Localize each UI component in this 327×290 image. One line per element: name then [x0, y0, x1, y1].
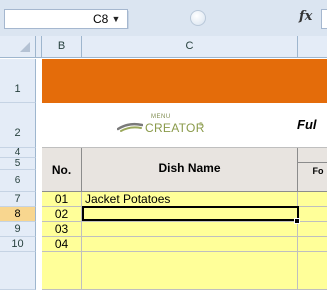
table-row: 03 — [42, 222, 327, 237]
dropdown-arrow-icon[interactable]: ▼ — [110, 14, 122, 24]
header-no: No. — [42, 148, 82, 192]
cell-no[interactable] — [42, 252, 82, 290]
cell-no[interactable]: 02 — [42, 207, 82, 222]
formula-input[interactable] — [321, 9, 327, 29]
header-dish-name: Dish Name — [82, 148, 298, 192]
cell-no[interactable]: 04 — [42, 237, 82, 252]
table-row: 01 Jacket Potatoes — [42, 192, 327, 207]
name-box[interactable]: C8 ▼ — [4, 9, 128, 29]
divider — [128, 11, 129, 29]
insert-function-icon[interactable]: fx — [299, 9, 312, 24]
row-header-9[interactable]: 9 — [0, 222, 36, 237]
logo-menu-text: MENU — [151, 114, 171, 120]
row-header-7[interactable]: 7 — [0, 192, 36, 207]
fill-handle[interactable] — [294, 218, 300, 224]
cell-no[interactable]: 01 — [42, 192, 82, 207]
column-header-b[interactable]: B — [42, 36, 82, 57]
row-header-1[interactable]: 1 — [0, 59, 36, 103]
select-all-button[interactable] — [0, 36, 36, 57]
divider — [298, 162, 327, 163]
banner-row — [42, 59, 327, 103]
menu-creator-logo: MENU CREATOR ® — [117, 112, 227, 138]
sheet-title: Ful — [297, 117, 317, 132]
row-header-10[interactable]: 10 — [0, 237, 36, 252]
column-header-c[interactable]: C — [82, 36, 298, 57]
logo-creator-text: CREATOR — [145, 121, 205, 135]
column-header-d[interactable] — [298, 36, 327, 57]
table-header-row: No. Dish Name Fo — [42, 148, 327, 192]
cell-dish-name[interactable] — [82, 237, 298, 252]
logo-swoosh-icon — [117, 122, 143, 132]
row-header-8[interactable]: 8 — [0, 207, 36, 222]
row-header-6[interactable]: 6 — [0, 170, 36, 192]
row-header-4[interactable]: 4 — [0, 148, 36, 158]
selected-cell[interactable] — [82, 206, 299, 221]
cell-dish-name[interactable] — [82, 222, 298, 237]
cell-dish-name[interactable] — [82, 252, 298, 290]
logo-trademark: ® — [199, 122, 203, 128]
formula-bar: C8 ▼ fx — [0, 0, 327, 36]
cell-dish-name[interactable]: Jacket Potatoes — [82, 192, 298, 207]
row-header-5[interactable]: 5 — [0, 158, 36, 170]
select-all-icon — [20, 42, 30, 52]
name-box-value: C8 — [93, 12, 109, 26]
logo-row: MENU CREATOR ® Ful — [42, 103, 327, 148]
column-header-row: B C — [0, 36, 327, 58]
row-header-2[interactable]: 2 — [0, 103, 36, 148]
table-row — [42, 252, 327, 290]
row-header-11[interactable] — [0, 252, 36, 290]
cancel-icon[interactable] — [190, 10, 206, 26]
header-partial: Fo — [312, 166, 324, 176]
cell-no[interactable]: 03 — [42, 222, 82, 237]
table-row: 04 — [42, 237, 327, 252]
